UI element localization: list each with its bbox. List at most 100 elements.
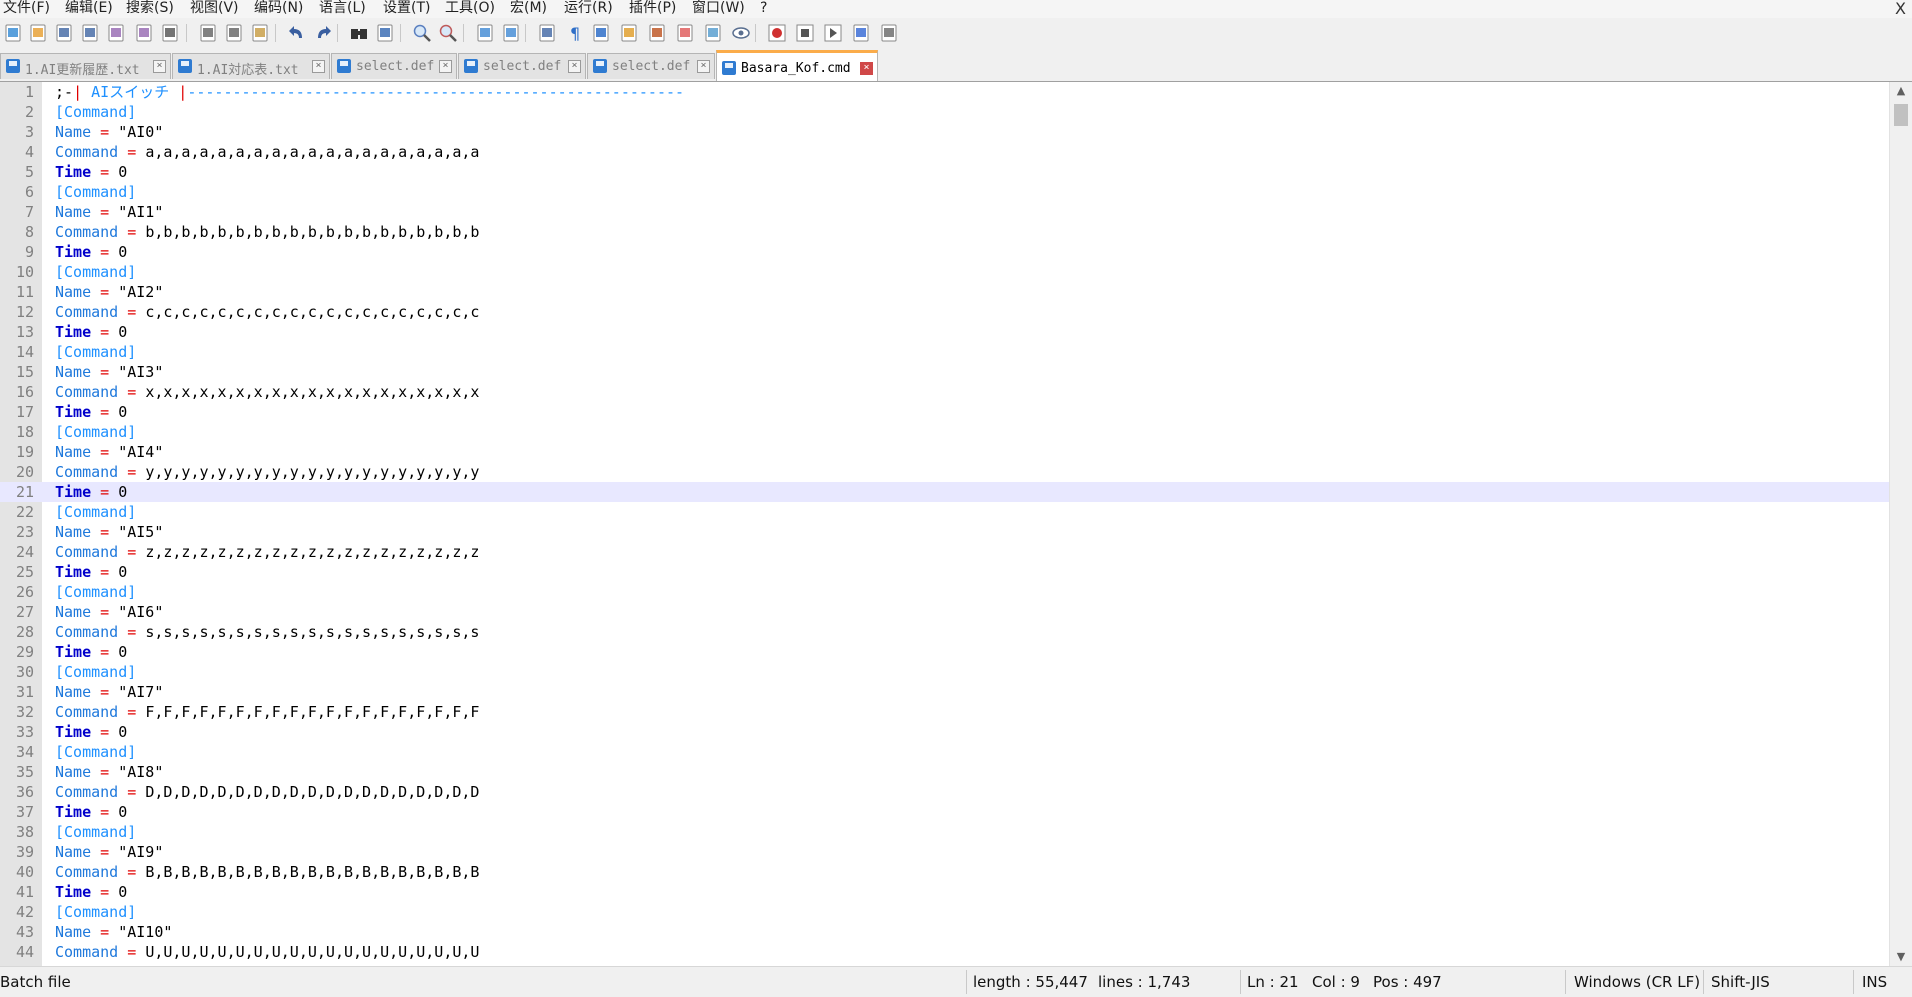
print-icon[interactable]	[160, 23, 180, 43]
word-wrap-icon[interactable]	[537, 23, 557, 43]
tab-6[interactable]: Basara_Kof.cmd ×	[716, 50, 878, 81]
code-line[interactable]: 35 Name = "AI8"	[0, 762, 1890, 782]
code-line[interactable]: 11 Name = "AI2"	[0, 282, 1890, 302]
open-file-icon[interactable]	[28, 23, 48, 43]
undo-icon[interactable]	[287, 23, 307, 43]
code-line[interactable]: 39 Name = "AI9"	[0, 842, 1890, 862]
code-line[interactable]: 12 Command = c,c,c,c,c,c,c,c,c,c,c,c,c,c,…	[0, 302, 1890, 322]
code-line[interactable]: 10 [Command]	[0, 262, 1890, 282]
close-all-icon[interactable]	[134, 23, 154, 43]
code-line[interactable]: 15 Name = "AI3"	[0, 362, 1890, 382]
scroll-up-button[interactable]: ▲	[1890, 82, 1912, 100]
menu-item[interactable]: 文件(F)	[3, 0, 50, 17]
zoom-in-icon[interactable]	[412, 23, 432, 43]
menu-item[interactable]: 搜索(S)	[126, 0, 174, 17]
document-map-icon[interactable]	[619, 23, 639, 43]
code-line[interactable]: 20 Command = y,y,y,y,y,y,y,y,y,y,y,y,y,y,…	[0, 462, 1890, 482]
close-tab-icon[interactable]: ×	[439, 60, 452, 73]
code-line[interactable]: 43 Name = "AI10"	[0, 922, 1890, 942]
code-line[interactable]: 36 Command = D,D,D,D,D,D,D,D,D,D,D,D,D,D,…	[0, 782, 1890, 802]
code-line[interactable]: 34 [Command]	[0, 742, 1890, 762]
code-line[interactable]: 29 Time = 0	[0, 642, 1890, 662]
close-tab-icon[interactable]: ×	[697, 60, 710, 73]
code-line[interactable]: 27 Name = "AI6"	[0, 602, 1890, 622]
code-line[interactable]: 8 Command = b,b,b,b,b,b,b,b,b,b,b,b,b,b,b…	[0, 222, 1890, 242]
menu-item[interactable]: 视图(V)	[190, 0, 239, 17]
code-line[interactable]: 25 Time = 0	[0, 562, 1890, 582]
code-line[interactable]: 3 Name = "AI0"	[0, 122, 1890, 142]
eye-icon[interactable]	[731, 23, 751, 43]
indent-guide-icon[interactable]	[591, 23, 611, 43]
code-line[interactable]: 18 [Command]	[0, 422, 1890, 442]
close-window-icon[interactable]: X	[1895, 0, 1906, 18]
sync-vertical-icon[interactable]	[475, 23, 495, 43]
scroll-down-button[interactable]: ▼	[1890, 948, 1912, 966]
save-all-icon[interactable]	[80, 23, 100, 43]
code-line[interactable]: 28 Command = s,s,s,s,s,s,s,s,s,s,s,s,s,s,…	[0, 622, 1890, 642]
menu-item[interactable]: 运行(R)	[564, 0, 613, 17]
record-macro-icon[interactable]	[767, 23, 787, 43]
code-line[interactable]: 16 Command = x,x,x,x,x,x,x,x,x,x,x,x,x,x,…	[0, 382, 1890, 402]
monitoring-icon[interactable]	[703, 23, 723, 43]
function-list-icon[interactable]	[647, 23, 667, 43]
close-icon[interactable]	[106, 23, 126, 43]
code-line[interactable]: 30 [Command]	[0, 662, 1890, 682]
code-line[interactable]: 19 Name = "AI4"	[0, 442, 1890, 462]
save-icon[interactable]	[54, 23, 74, 43]
code-line[interactable]: 22 [Command]	[0, 502, 1890, 522]
code-line[interactable]: 4 Command = a,a,a,a,a,a,a,a,a,a,a,a,a,a,a…	[0, 142, 1890, 162]
replace-icon[interactable]	[375, 23, 395, 43]
folder-workspace-icon[interactable]	[675, 23, 695, 43]
save-macro-icon[interactable]	[879, 23, 899, 43]
menu-item[interactable]: 编辑(E)	[65, 0, 113, 17]
zoom-out-icon[interactable]	[438, 23, 458, 43]
code-line[interactable]: 17 Time = 0	[0, 402, 1890, 422]
menu-item[interactable]: 插件(P)	[629, 0, 676, 17]
scroll-thumb[interactable]	[1894, 104, 1908, 126]
code-line[interactable]: 1 ;-| AIスイッチ |---------------------------…	[0, 82, 1890, 102]
tab-1[interactable]: 1.AI更新履歴.txt ×	[0, 53, 171, 79]
code-line[interactable]: 37 Time = 0	[0, 802, 1890, 822]
close-tab-icon[interactable]: ×	[860, 62, 873, 75]
code-line[interactable]: 24 Command = z,z,z,z,z,z,z,z,z,z,z,z,z,z,…	[0, 542, 1890, 562]
code-line[interactable]: 26 [Command]	[0, 582, 1890, 602]
code-line[interactable]: 2 [Command]	[0, 102, 1890, 122]
new-file-icon[interactable]	[3, 23, 23, 43]
code-line[interactable]: 7 Name = "AI1"	[0, 202, 1890, 222]
tab-2[interactable]: 1.AI対応表.txt ×	[172, 53, 330, 79]
find-icon[interactable]	[349, 23, 369, 43]
code-line[interactable]: 5 Time = 0	[0, 162, 1890, 182]
sync-horizontal-icon[interactable]	[501, 23, 521, 43]
code-line[interactable]: 9 Time = 0	[0, 242, 1890, 262]
cut-icon[interactable]	[198, 23, 218, 43]
run-macro-multiple-icon[interactable]	[851, 23, 871, 43]
tab-5[interactable]: select.def ×	[587, 53, 715, 79]
menu-item[interactable]: ?	[760, 0, 767, 17]
stop-macro-icon[interactable]	[795, 23, 815, 43]
editor[interactable]: 1 ;-| AIスイッチ |---------------------------…	[0, 82, 1912, 966]
code-line[interactable]: 41 Time = 0	[0, 882, 1890, 902]
copy-icon[interactable]	[224, 23, 244, 43]
redo-icon[interactable]	[313, 23, 333, 43]
paste-icon[interactable]	[250, 23, 270, 43]
vertical-scrollbar[interactable]: ▲ ▼	[1889, 82, 1912, 966]
tab-3[interactable]: select.def ×	[331, 53, 457, 79]
menu-item[interactable]: 编码(N)	[254, 0, 303, 17]
code-line[interactable]: 21 Time = 0	[0, 482, 1890, 502]
tab-4[interactable]: select.def ×	[458, 53, 586, 79]
close-tab-icon[interactable]: ×	[312, 60, 325, 73]
code-line[interactable]: 40 Command = B,B,B,B,B,B,B,B,B,B,B,B,B,B,…	[0, 862, 1890, 882]
menu-item[interactable]: 宏(M)	[510, 0, 547, 17]
code-line[interactable]: 42 [Command]	[0, 902, 1890, 922]
menu-item[interactable]: 工具(O)	[445, 0, 495, 17]
code-line[interactable]: 32 Command = F,F,F,F,F,F,F,F,F,F,F,F,F,F,…	[0, 702, 1890, 722]
play-macro-icon[interactable]	[823, 23, 843, 43]
menu-item[interactable]: 语言(L)	[319, 0, 366, 17]
code-line[interactable]: 14 [Command]	[0, 342, 1890, 362]
code-line[interactable]: 23 Name = "AI5"	[0, 522, 1890, 542]
code-line[interactable]: 38 [Command]	[0, 822, 1890, 842]
code-line[interactable]: 44 Command = U,U,U,U,U,U,U,U,U,U,U,U,U,U,…	[0, 942, 1890, 962]
show-all-chars-icon[interactable]: ¶	[565, 23, 585, 43]
close-tab-icon[interactable]: ×	[568, 60, 581, 73]
menu-item[interactable]: 设置(T)	[383, 0, 430, 17]
